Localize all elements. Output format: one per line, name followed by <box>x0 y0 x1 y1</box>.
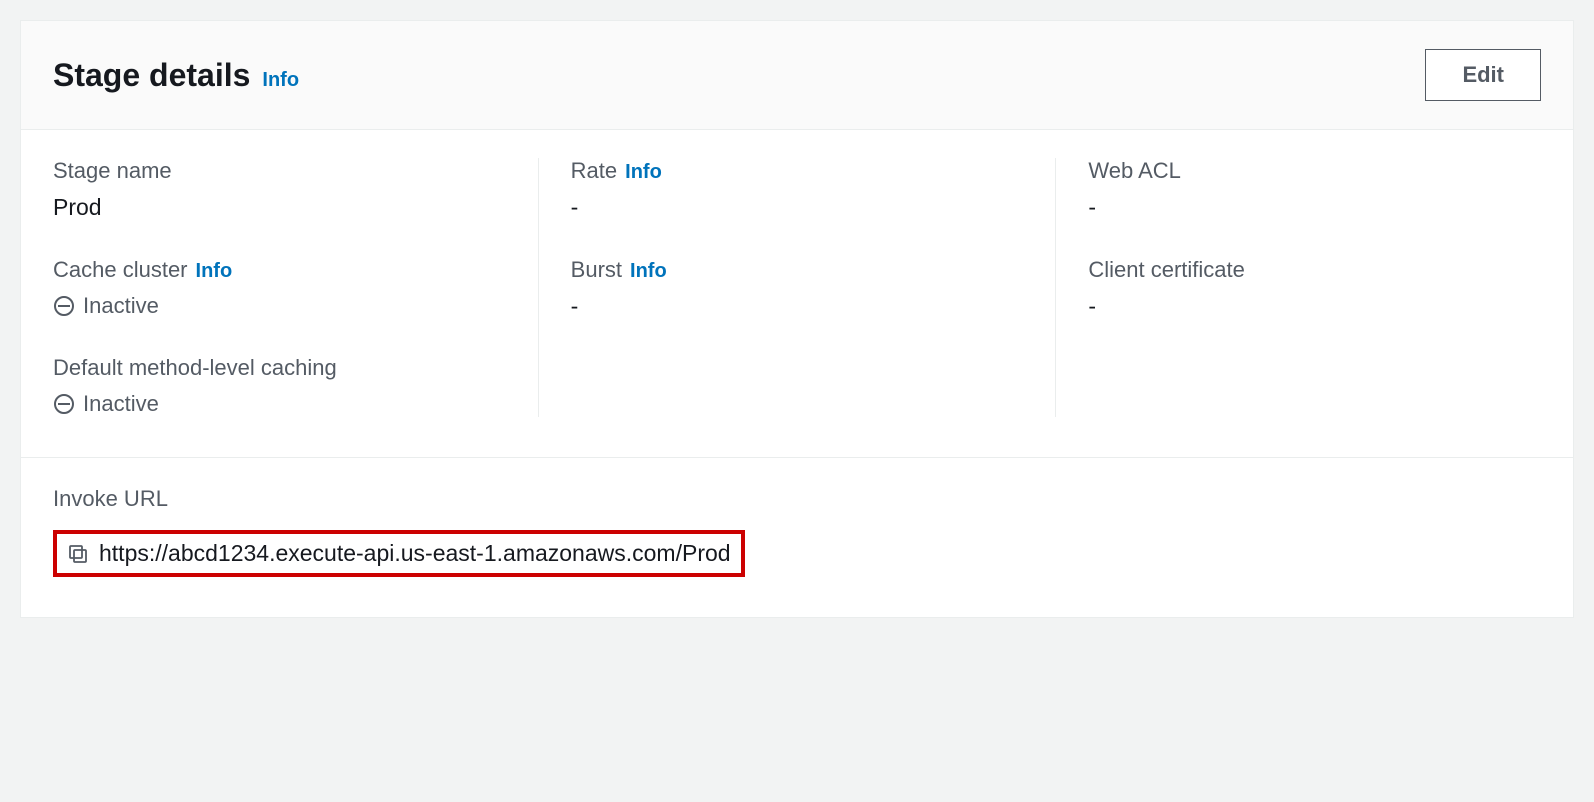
rate-label: Rate <box>571 158 617 184</box>
method-caching-label: Default method-level caching <box>53 355 506 381</box>
cache-cluster-label-row: Cache cluster Info <box>53 257 506 283</box>
details-grid: Stage name Prod Cache cluster Info Inact… <box>21 130 1573 457</box>
column-2: Rate Info - Burst Info - <box>539 158 1057 417</box>
field-burst: Burst Info - <box>571 257 1024 320</box>
method-caching-status-row: Inactive <box>53 391 506 417</box>
web-acl-value: - <box>1088 194 1541 221</box>
invoke-url-value: https://abcd1234.execute-api.us-east-1.a… <box>99 540 731 567</box>
column-3: Web ACL - Client certificate - <box>1056 158 1541 417</box>
info-link-burst[interactable]: Info <box>630 260 667 283</box>
field-rate: Rate Info - <box>571 158 1024 221</box>
method-caching-status: Inactive <box>83 391 159 417</box>
burst-label-row: Burst Info <box>571 257 1024 283</box>
client-cert-label: Client certificate <box>1088 257 1541 283</box>
panel-title-group: Stage details Info <box>53 57 299 94</box>
inactive-icon <box>53 393 75 415</box>
cache-cluster-status: Inactive <box>83 293 159 319</box>
invoke-url-highlight: https://abcd1234.execute-api.us-east-1.a… <box>53 530 745 577</box>
burst-value: - <box>571 293 1024 320</box>
stage-details-panel: Stage details Info Edit Stage name Prod … <box>20 20 1574 618</box>
field-cache-cluster: Cache cluster Info Inactive <box>53 257 506 319</box>
inactive-icon <box>53 295 75 317</box>
web-acl-label: Web ACL <box>1088 158 1541 184</box>
rate-value: - <box>571 194 1024 221</box>
stage-name-label: Stage name <box>53 158 506 184</box>
field-web-acl: Web ACL - <box>1088 158 1541 221</box>
burst-label: Burst <box>571 257 622 283</box>
cache-cluster-status-row: Inactive <box>53 293 506 319</box>
cache-cluster-label: Cache cluster <box>53 257 188 283</box>
field-client-cert: Client certificate - <box>1088 257 1541 320</box>
client-cert-value: - <box>1088 293 1541 320</box>
panel-header: Stage details Info Edit <box>21 21 1573 130</box>
copy-icon[interactable] <box>67 543 89 565</box>
info-link-header[interactable]: Info <box>262 69 299 92</box>
field-method-caching: Default method-level caching Inactive <box>53 355 506 417</box>
invoke-section: Invoke URL https://abcd1234.execute-api.… <box>21 457 1573 617</box>
info-link-cache-cluster[interactable]: Info <box>196 260 233 283</box>
rate-label-row: Rate Info <box>571 158 1024 184</box>
info-link-rate[interactable]: Info <box>625 161 662 184</box>
stage-name-value: Prod <box>53 194 506 221</box>
invoke-url-label: Invoke URL <box>53 486 1541 512</box>
field-stage-name: Stage name Prod <box>53 158 506 221</box>
column-1: Stage name Prod Cache cluster Info Inact… <box>53 158 539 417</box>
page-title: Stage details <box>53 57 250 94</box>
edit-button[interactable]: Edit <box>1425 49 1541 101</box>
